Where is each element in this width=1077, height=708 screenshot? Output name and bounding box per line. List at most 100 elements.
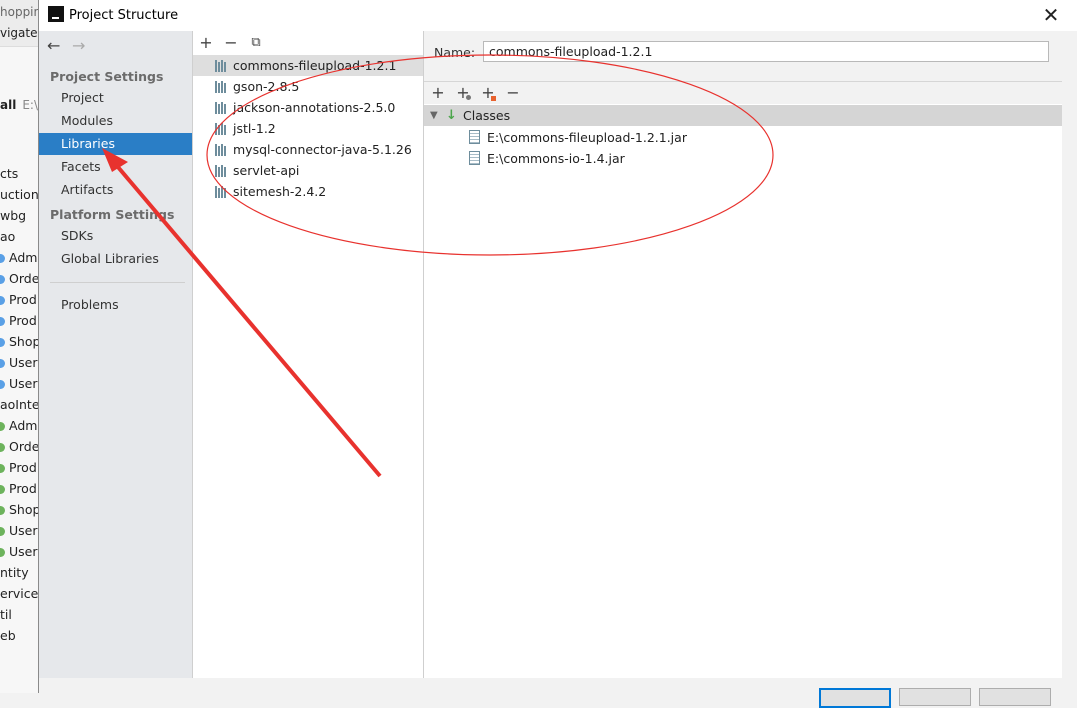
nav-item-project[interactable]: Project [39,87,192,109]
nav-item-sdks[interactable]: SDKs [39,225,192,247]
background-tree-row: Admi [0,415,38,436]
library-name: mysql-connector-java-5.1.26 [233,142,412,157]
background-tree-row: uction [0,187,38,202]
background-tree-row: til [0,607,12,622]
library-item[interactable]: sitemesh-2.4.2 [193,181,423,202]
project-settings-heading: Project Settings [50,69,164,84]
background-tree-row: ervice [0,586,38,601]
back-arrow-icon[interactable]: ← [47,36,60,55]
apply-button[interactable] [979,688,1051,706]
library-name: jackson-annotations-2.5.0 [233,100,396,115]
nav-item-facets[interactable]: Facets [39,156,192,178]
class-dot-icon [0,485,5,494]
settings-nav-pane: ← → Project Settings Project Modules Lib… [39,31,193,678]
add-with-settings-icon[interactable]: + [454,83,472,103]
name-label: Name: [434,45,476,60]
library-icon [215,144,227,156]
background-tab: hoppin [0,5,38,19]
class-dot-icon [0,548,5,557]
library-icon [215,81,227,93]
library-item[interactable]: mysql-connector-java-5.1.26 [193,139,423,160]
library-icon [215,165,227,177]
remove-root-icon[interactable]: − [504,83,522,103]
background-tree-row: cts [0,166,19,181]
classes-label: Classes [463,108,511,123]
background-menu: vigate [0,26,38,40]
library-name: gson-2.8.5 [233,79,300,94]
chevron-down-icon[interactable]: ▼ [430,105,438,126]
background-tree-row: aoInter [0,397,38,412]
background-tree-row: ntity [0,565,29,580]
jar-file-icon [469,151,480,165]
background-tree-row: Admi [0,247,38,268]
background-project-header: all E:\ [0,98,38,112]
background-tree-row: Prod [0,310,37,331]
dialog-title: Project Structure [69,8,179,23]
libraries-list-pane: + − ⧉ commons-fileupload-1.2.1 gson-2.8.5… [193,31,424,678]
forward-arrow-icon[interactable]: → [72,36,85,55]
class-dot-icon [0,506,5,515]
intellij-app-icon [48,6,64,22]
remove-library-icon[interactable]: − [222,33,240,53]
background-tree-row: wbg [0,208,27,223]
class-dot-icon [0,380,5,389]
jar-file-path: E:\commons-io-1.4.jar [487,151,625,166]
library-item[interactable]: commons-fileupload-1.2.1 [193,55,423,76]
class-dot-icon [0,254,5,263]
background-tree-row: User [0,352,38,373]
background-tree-row: Shop [0,331,38,352]
nav-item-modules[interactable]: Modules [39,110,192,132]
dialog-titlebar: Project Structure ✕ [39,0,1077,31]
background-tree-row: Orde [0,436,38,457]
class-dot-icon [0,443,5,452]
background-tree-row: User [0,520,38,541]
background-toolbar: hoppin vigate [0,0,38,47]
background-tree-row: Orde [0,268,38,289]
classes-down-arrow-icon: ↓ [446,108,457,123]
library-icon [215,60,227,72]
jar-file-row[interactable]: E:\commons-io-1.4.jar [469,148,625,169]
class-dot-icon [0,338,5,347]
jar-file-row[interactable]: E:\commons-fileupload-1.2.1.jar [469,127,687,148]
platform-settings-heading: Platform Settings [50,207,175,222]
classes-toolbar: + + + − [424,82,1063,104]
nav-item-libraries[interactable]: Libraries [39,133,192,155]
jar-file-path: E:\commons-fileupload-1.2.1.jar [487,130,687,145]
library-item[interactable]: jstl-1.2 [193,118,423,139]
copy-library-icon[interactable]: ⧉ [247,33,265,53]
library-name-input[interactable] [483,41,1049,62]
nav-item-problems[interactable]: Problems [39,294,192,316]
background-tree-row: ao [0,229,16,244]
class-dot-icon [0,527,5,536]
background-tree-row: Prod [0,289,37,310]
special-badge-icon [491,96,496,101]
library-icon [215,123,227,135]
settings-badge-icon [466,95,471,100]
classes-node[interactable]: ▼ ↓ Classes [424,105,1063,126]
library-name: commons-fileupload-1.2.1 [233,58,397,73]
class-dot-icon [0,296,5,305]
background-ide: hoppin vigate all E:\ cts uction wbg ao Admi O… [0,0,38,693]
library-item[interactable]: gson-2.8.5 [193,76,423,97]
background-tree-row: Shop [0,499,38,520]
cancel-button[interactable] [899,688,971,706]
class-dot-icon [0,422,5,431]
ok-button[interactable] [819,688,891,708]
library-name: sitemesh-2.4.2 [233,184,327,199]
library-item[interactable]: jackson-annotations-2.5.0 [193,97,423,118]
class-dot-icon [0,317,5,326]
close-button[interactable]: ✕ [1040,2,1062,28]
library-name: jstl-1.2 [233,121,276,136]
dialog-right-margin [1062,31,1077,678]
nav-item-artifacts[interactable]: Artifacts [39,179,192,201]
add-library-icon[interactable]: + [197,33,215,53]
library-icon [215,102,227,114]
add-root-icon[interactable]: + [429,83,447,103]
name-row: Name: [424,31,1063,82]
library-item[interactable]: servlet-api [193,160,423,181]
nav-item-global-libraries[interactable]: Global Libraries [39,248,192,270]
library-name: servlet-api [233,163,300,178]
class-dot-icon [0,464,5,473]
background-tree-row: User [0,373,38,394]
project-structure-dialog: Project Structure ✕ ← → Project Settings… [38,0,1077,708]
